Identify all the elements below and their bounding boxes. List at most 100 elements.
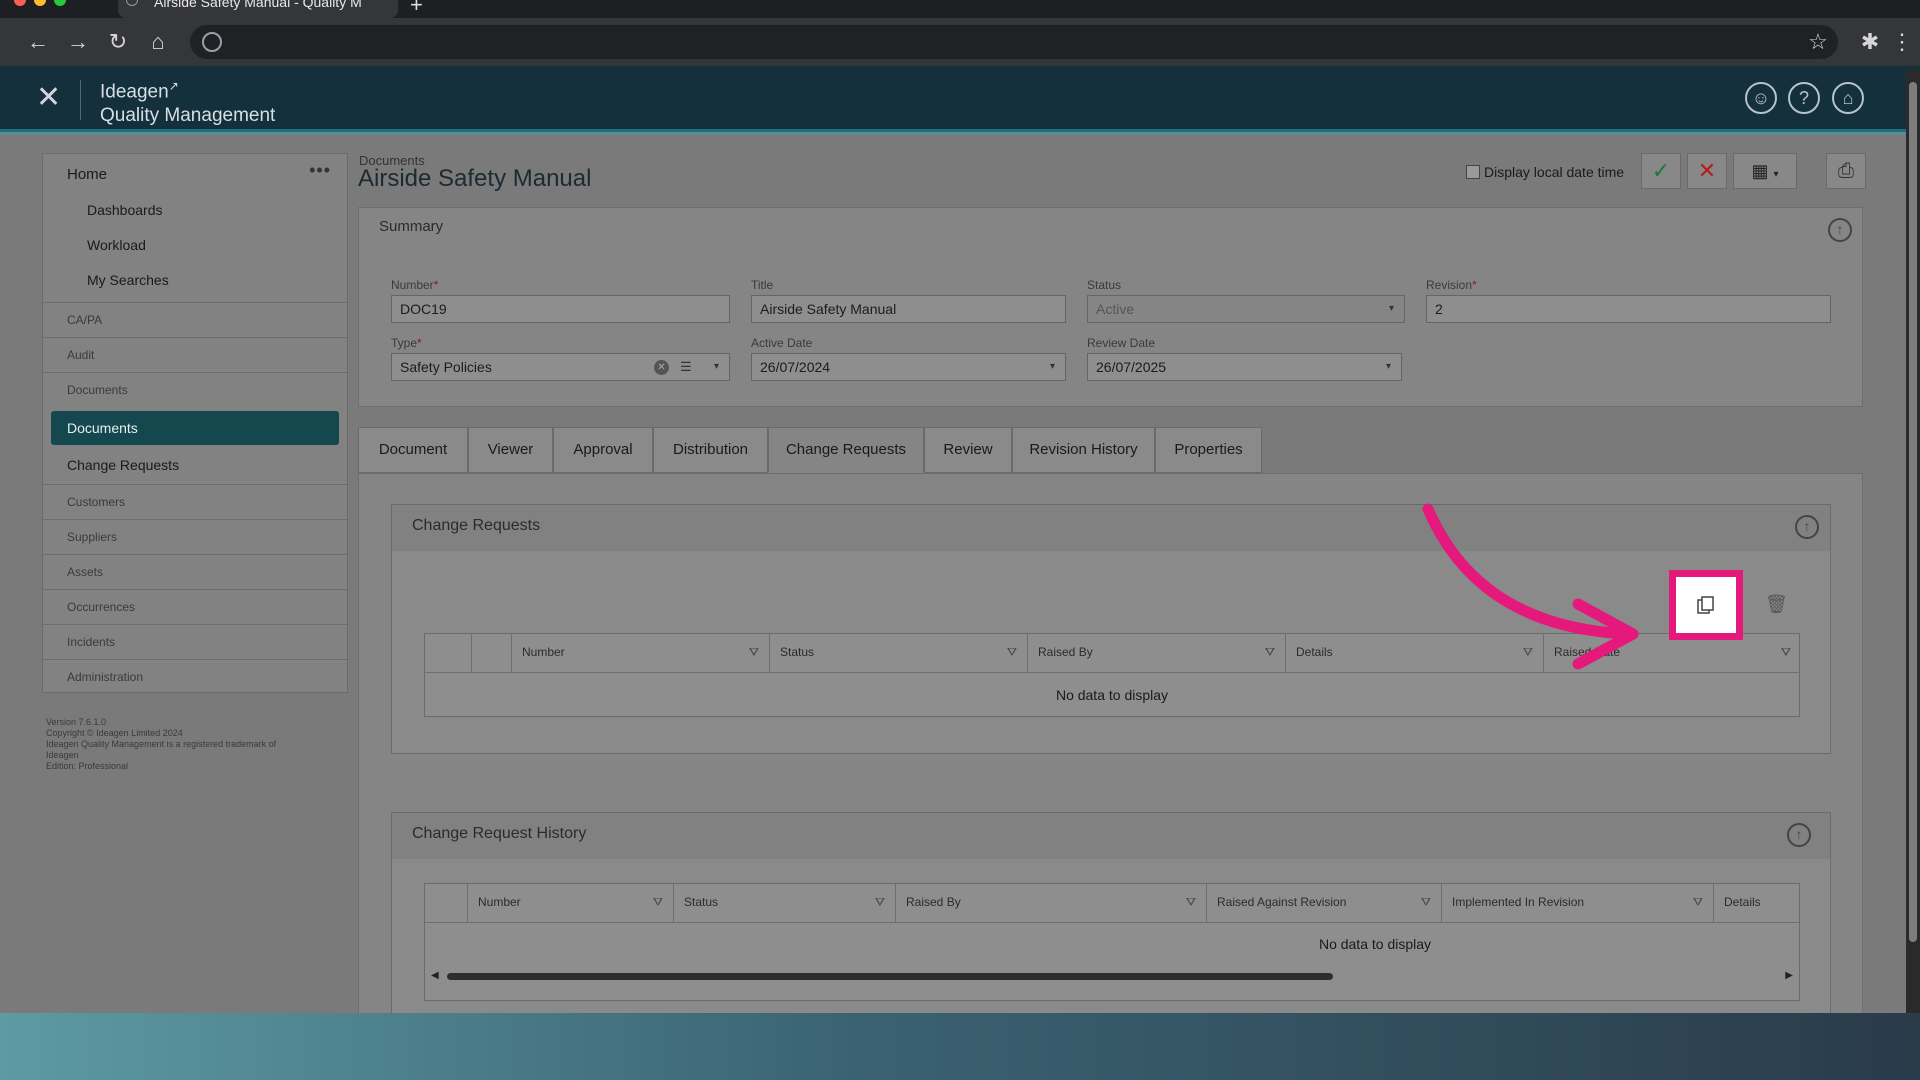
- copy-button-highlight[interactable]: [1669, 570, 1743, 640]
- type-field[interactable]: Safety Policies ✕ ☰ ▾: [391, 353, 730, 381]
- tab-distribution[interactable]: Distribution: [653, 427, 768, 473]
- more-options-icon[interactable]: •••: [309, 160, 331, 181]
- filter-icon[interactable]: ⛛: [749, 634, 759, 670]
- review-date-field[interactable]: 26/07/2025 ▾: [1087, 353, 1402, 381]
- scroll-thumb[interactable]: [447, 973, 1333, 980]
- column-raised-against-revision[interactable]: Raised Against Revision ⛛: [1207, 884, 1442, 922]
- bookmark-star-icon[interactable]: ☆: [1804, 28, 1832, 56]
- address-bar[interactable]: [190, 25, 1838, 59]
- reload-icon[interactable]: ↻: [104, 28, 132, 56]
- sidebar-item-my-searches[interactable]: My Searches: [87, 272, 169, 288]
- sidebar-section-occurrences[interactable]: Occurrences: [43, 589, 347, 624]
- select-column: [425, 634, 472, 672]
- page-scrollbar[interactable]: [1906, 70, 1920, 1013]
- sidebar-section-documents[interactable]: Documents: [43, 372, 347, 407]
- sidebar-section-capa[interactable]: CA/PA: [43, 302, 347, 337]
- tab-review[interactable]: Review: [924, 427, 1012, 473]
- save-check-button[interactable]: ✓: [1641, 153, 1681, 189]
- tab-document[interactable]: Document: [358, 427, 468, 473]
- number-label: Number*: [391, 278, 439, 292]
- column-number[interactable]: Number ⛛: [468, 884, 674, 922]
- footer-copyright: Copyright © Ideagen Limited 2024: [46, 728, 183, 738]
- grid-view-button[interactable]: ▦ ▾: [1733, 153, 1797, 189]
- sidebar-item-change-requests[interactable]: Change Requests: [67, 457, 179, 473]
- active-date-field[interactable]: 26/07/2024 ▾: [751, 353, 1066, 381]
- column-details[interactable]: Details: [1714, 884, 1801, 922]
- desktop-background: [0, 1013, 1920, 1080]
- new-tab-button[interactable]: +: [410, 0, 423, 18]
- number-field[interactable]: DOC19: [391, 295, 730, 323]
- tab-approval[interactable]: Approval: [553, 427, 653, 473]
- clear-icon[interactable]: ✕: [654, 360, 669, 375]
- filter-icon[interactable]: ⛛: [1693, 884, 1703, 920]
- footer-edition: Edition: Professional: [46, 761, 129, 771]
- user-profile-icon[interactable]: ☺: [1745, 82, 1777, 114]
- browser-menu-icon[interactable]: ⋮: [1888, 28, 1916, 56]
- footer-version: Version 7.6.1.0: [46, 717, 107, 727]
- revision-label: Revision*: [1426, 278, 1477, 292]
- filter-icon[interactable]: ⛛: [875, 884, 885, 920]
- delete-icon[interactable]: 🗑: [1765, 594, 1788, 615]
- annotation-arrow: [1422, 503, 1639, 670]
- chevron-down-icon[interactable]: ▾: [1386, 354, 1391, 380]
- home-icon[interactable]: ⌂: [1832, 82, 1864, 114]
- filter-icon[interactable]: ⛛: [1421, 884, 1431, 920]
- sidebar-item-workload[interactable]: Workload: [87, 237, 146, 253]
- sidebar-section-suppliers[interactable]: Suppliers: [43, 519, 347, 554]
- column-raised-by[interactable]: Raised By ⛛: [1028, 634, 1286, 672]
- sidebar-section-incidents[interactable]: Incidents: [43, 624, 347, 659]
- sidebar-item-dashboards[interactable]: Dashboards: [87, 202, 163, 218]
- local-date-label: Display local date time: [1484, 164, 1625, 180]
- minimize-window-icon[interactable]: [34, 0, 46, 6]
- chevron-down-icon[interactable]: ▾: [714, 354, 719, 380]
- sidebar-item-documents[interactable]: Documents: [51, 411, 339, 445]
- list-icon[interactable]: ☰: [680, 354, 692, 380]
- sidebar-section-assets[interactable]: Assets: [43, 554, 347, 589]
- page-title: Airside Safety Manual: [358, 165, 592, 192]
- column-status[interactable]: Status ⛛: [770, 634, 1028, 672]
- home-browser-icon[interactable]: ⌂: [144, 28, 172, 56]
- tab-properties[interactable]: Properties: [1155, 427, 1262, 473]
- column-number[interactable]: Number ⛛: [512, 634, 770, 672]
- site-info-icon[interactable]: [202, 32, 222, 52]
- filter-icon[interactable]: ⛛: [1186, 884, 1196, 920]
- sidebar-home[interactable]: Home: [67, 166, 107, 183]
- close-window-icon[interactable]: [14, 0, 26, 6]
- column-raised-by[interactable]: Raised By ⛛: [896, 884, 1207, 922]
- tab-change-requests[interactable]: Change Requests: [768, 427, 924, 473]
- sidebar-section-audit[interactable]: Audit: [43, 337, 347, 372]
- collapse-history-icon[interactable]: ↑: [1787, 823, 1811, 847]
- scroll-right-icon[interactable]: ▶: [1785, 970, 1793, 981]
- forward-icon[interactable]: →: [64, 28, 92, 56]
- horizontal-scrollbar[interactable]: ◀ ▶: [425, 968, 1799, 988]
- collapse-change-requests-icon[interactable]: ↑: [1795, 515, 1819, 539]
- page-scroll-thumb[interactable]: [1909, 82, 1917, 942]
- chevron-down-icon[interactable]: ▾: [1050, 354, 1055, 380]
- back-icon[interactable]: ←: [24, 28, 52, 56]
- column-implemented-in-revision[interactable]: Implemented In Revision ⛛: [1442, 884, 1714, 922]
- filter-icon[interactable]: ⛛: [1265, 634, 1275, 670]
- filter-icon[interactable]: ⛛: [1007, 634, 1017, 670]
- tab-revision-history[interactable]: Revision History: [1012, 427, 1155, 473]
- browser-tab[interactable]: Airside Safety Manual - Quality M: [118, 0, 398, 18]
- local-date-checkbox[interactable]: [1466, 165, 1480, 179]
- filter-icon[interactable]: ⛛: [1781, 634, 1791, 670]
- close-icon[interactable]: ✕: [36, 80, 61, 115]
- extensions-icon[interactable]: ✱: [1856, 28, 1884, 56]
- help-icon[interactable]: ?: [1788, 82, 1820, 114]
- status-label: Status: [1087, 278, 1122, 292]
- maximize-window-icon[interactable]: [54, 0, 66, 6]
- scroll-left-icon[interactable]: ◀: [431, 970, 439, 981]
- revision-field[interactable]: 2: [1426, 295, 1831, 323]
- sidebar-section-customers[interactable]: Customers: [43, 484, 347, 519]
- title-field[interactable]: Airside Safety Manual: [751, 295, 1066, 323]
- cancel-x-button[interactable]: ✕: [1687, 153, 1727, 189]
- print-icon[interactable]: ⎙: [1826, 153, 1866, 189]
- filter-icon[interactable]: ⛛: [653, 884, 663, 920]
- sidebar-section-administration[interactable]: Administration: [43, 659, 347, 694]
- column-status[interactable]: Status ⛛: [674, 884, 896, 922]
- no-data-message: No data to display: [1318, 936, 1432, 952]
- no-data-message: No data to display: [1055, 687, 1169, 703]
- tab-viewer[interactable]: Viewer: [468, 427, 553, 473]
- collapse-summary-icon[interactable]: ↑: [1828, 218, 1852, 242]
